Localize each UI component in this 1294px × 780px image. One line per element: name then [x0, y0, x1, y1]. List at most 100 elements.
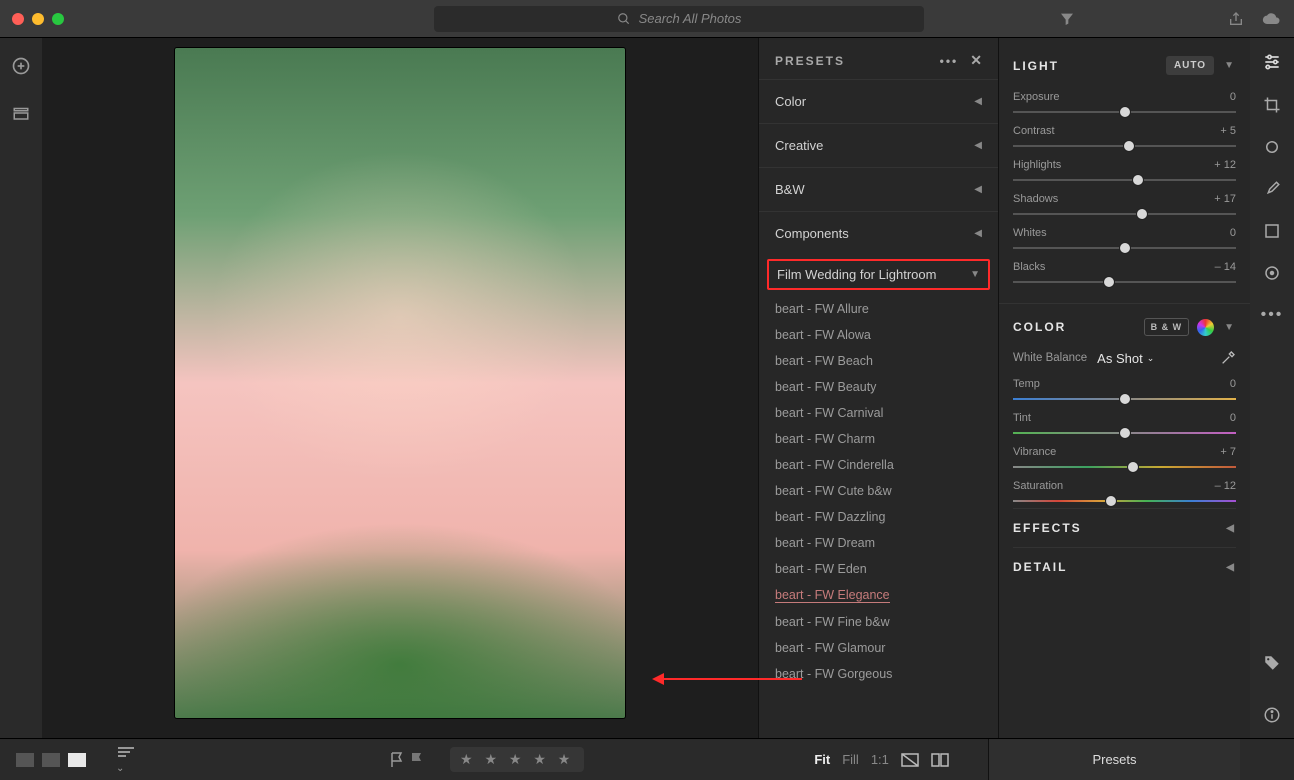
chevron-left-icon: ◀ — [1226, 523, 1236, 534]
before-after-icon[interactable] — [901, 753, 919, 767]
preset-item[interactable]: beart - FW Fine b&w — [775, 609, 982, 635]
maximize-window-button[interactable] — [52, 13, 64, 25]
slider-track[interactable] — [1013, 139, 1236, 153]
detail-section[interactable]: DETAIL ◀ — [1013, 547, 1236, 586]
preset-group-label: B&W — [775, 182, 805, 197]
fill-button[interactable]: Fill — [842, 752, 859, 767]
star-rating[interactable]: ★ ★ ★ ★ ★ — [450, 747, 584, 772]
chevron-left-icon: ◀ — [974, 140, 982, 151]
slider-label: Shadows — [1013, 193, 1058, 205]
close-presets-button[interactable]: ✕ — [970, 52, 984, 69]
slider-track[interactable] — [1013, 207, 1236, 221]
chevron-left-icon: ◀ — [974, 96, 982, 107]
color-mixer-button[interactable] — [1197, 319, 1214, 336]
flag-pick-icon[interactable] — [390, 752, 404, 768]
slider-vibrance: Vibrance+ 7 — [1013, 440, 1236, 474]
edit-sliders-icon[interactable] — [1262, 52, 1282, 72]
slider-track[interactable] — [1013, 275, 1236, 289]
preset-item[interactable]: beart - FW Charm — [775, 426, 982, 452]
right-rail: ••• — [1250, 38, 1294, 738]
wb-label: White Balance — [1013, 352, 1087, 364]
titlebar: Search All Photos — [0, 0, 1294, 38]
one-to-one-button[interactable]: 1:1 — [871, 752, 889, 767]
slider-track[interactable] — [1013, 494, 1236, 508]
slider-track[interactable] — [1013, 241, 1236, 255]
view-mode-buttons — [16, 753, 86, 767]
slider-label: Tint — [1013, 412, 1031, 424]
preset-item[interactable]: beart - FW Beach — [775, 348, 982, 374]
preset-item[interactable]: beart - FW Allure — [775, 296, 982, 322]
slider-saturation: Saturation– 12 — [1013, 474, 1236, 508]
preset-item[interactable]: beart - FW Alowa — [775, 322, 982, 348]
annotation-arrow — [662, 678, 802, 680]
image-canvas[interactable] — [42, 38, 758, 738]
square-grid-button[interactable] — [42, 753, 60, 767]
sort-button[interactable]: ⌄ — [116, 745, 140, 774]
wb-select[interactable]: As Shot ⌄ — [1097, 351, 1154, 366]
more-icon[interactable]: ••• — [1261, 306, 1284, 324]
slider-contrast: Contrast+ 5 — [1013, 119, 1236, 153]
preset-group-components[interactable]: Components◀ — [759, 211, 998, 255]
eyedropper-button[interactable] — [1220, 350, 1236, 366]
slider-whites: Whites0 — [1013, 221, 1236, 255]
search-input[interactable]: Search All Photos — [434, 6, 924, 32]
my-photos-button[interactable] — [12, 104, 30, 122]
original-icon[interactable] — [931, 753, 949, 767]
chevron-left-icon: ◀ — [1226, 562, 1236, 573]
slider-temp: Temp0 — [1013, 372, 1236, 406]
preset-item[interactable]: beart - FW Dream — [775, 530, 982, 556]
preset-item[interactable]: beart - FW Gorgeous — [775, 661, 982, 687]
slider-value: 0 — [1230, 227, 1236, 239]
slider-value: + 5 — [1220, 125, 1236, 137]
preset-item[interactable]: beart - FW Dazzling — [775, 504, 982, 530]
auto-button[interactable]: AUTO — [1166, 56, 1214, 75]
radial-gradient-icon[interactable] — [1263, 264, 1281, 282]
fit-button[interactable]: Fit — [814, 752, 830, 767]
detail-view-button[interactable] — [68, 753, 86, 767]
left-rail — [0, 38, 42, 738]
cloud-icon[interactable] — [1262, 12, 1282, 26]
filter-icon[interactable] — [1059, 11, 1075, 27]
preset-item[interactable]: beart - FW Glamour — [775, 635, 982, 661]
preset-item[interactable]: beart - FW Cute b&w — [775, 478, 982, 504]
preset-group-label: Creative — [775, 138, 823, 153]
slider-shadows: Shadows+ 17 — [1013, 187, 1236, 221]
effects-section[interactable]: EFFECTS ◀ — [1013, 508, 1236, 547]
presets-bottom-button[interactable]: Presets — [988, 739, 1240, 780]
info-icon[interactable] — [1263, 706, 1281, 724]
grid-view-button[interactable] — [16, 753, 34, 767]
preset-group-creative[interactable]: Creative ◀ — [759, 123, 998, 167]
share-icon[interactable] — [1228, 11, 1244, 27]
slider-track[interactable] — [1013, 392, 1236, 406]
brush-icon[interactable] — [1263, 180, 1281, 198]
crop-icon[interactable] — [1263, 96, 1281, 114]
minimize-window-button[interactable] — [32, 13, 44, 25]
preset-item[interactable]: beart - FW Beauty — [775, 374, 982, 400]
slider-label: Highlights — [1013, 159, 1061, 171]
slider-track[interactable] — [1013, 460, 1236, 474]
tag-icon[interactable] — [1263, 654, 1281, 672]
presets-more-icon[interactable]: ••• — [940, 54, 959, 68]
preset-group-bw[interactable]: B&W◀ — [759, 167, 998, 211]
presets-title: PRESETS — [775, 54, 845, 68]
bw-toggle-button[interactable]: B & W — [1144, 318, 1190, 336]
slider-track[interactable] — [1013, 426, 1236, 440]
preset-item[interactable]: beart - FW Carnival — [775, 400, 982, 426]
close-window-button[interactable] — [12, 13, 24, 25]
slider-track[interactable] — [1013, 105, 1236, 119]
light-disclosure-icon[interactable]: ▼ — [1224, 60, 1236, 71]
preset-item[interactable]: beart - FW Eden — [775, 556, 982, 582]
heal-icon[interactable] — [1263, 138, 1281, 156]
add-photos-button[interactable] — [11, 56, 31, 76]
chevron-left-icon: ◀ — [974, 228, 982, 239]
preset-item[interactable]: beart - FW Elegance — [775, 582, 982, 609]
color-disclosure-icon[interactable]: ▼ — [1224, 322, 1236, 333]
linear-gradient-icon[interactable] — [1263, 222, 1281, 240]
flag-reject-icon[interactable] — [410, 752, 424, 768]
color-section-title: COLOR — [1013, 320, 1066, 334]
slider-track[interactable] — [1013, 173, 1236, 187]
detail-title: DETAIL — [1013, 560, 1067, 574]
preset-group-open[interactable]: Film Wedding for Lightroom ▼ — [767, 259, 990, 290]
preset-item[interactable]: beart - FW Cinderella — [775, 452, 982, 478]
preset-group-color[interactable]: Color◀ — [759, 79, 998, 123]
